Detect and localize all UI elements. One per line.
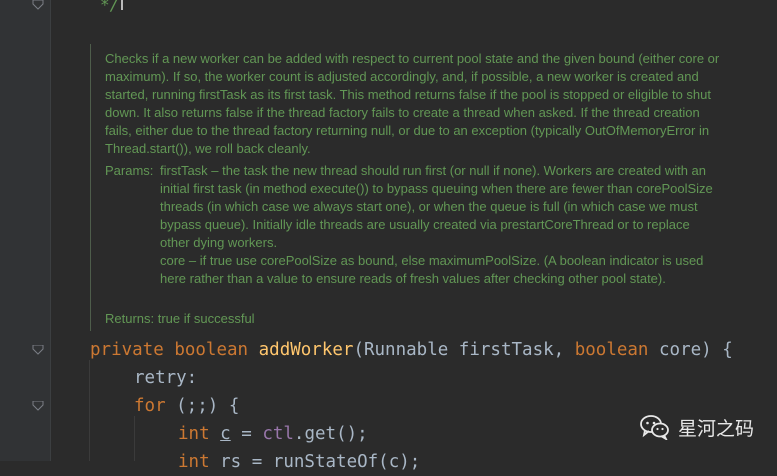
watermark-text: 星河之码 (678, 417, 755, 440)
code-text: core) { (648, 340, 733, 360)
doc-params-label: Params: (105, 163, 154, 178)
code-text: rs = runStateOf(c); (209, 452, 421, 472)
keyword: boolean (174, 340, 249, 360)
doc-param-first-task: firstTask – the task the new thread shou… (160, 163, 713, 250)
doc-params: firstTask – the task the new thread shou… (160, 162, 720, 288)
indent-guide (89, 360, 90, 461)
wechat-icon (640, 414, 670, 442)
code-line-for[interactable]: for (;;) { (134, 392, 239, 420)
code-text: .get(); (293, 424, 368, 444)
code-line-label[interactable]: retry: (134, 364, 197, 392)
doc-description: Checks if a new worker can be added with… (105, 51, 720, 156)
keyword: int (178, 424, 210, 444)
code-line-int-c[interactable]: int c = ctl.get(); (178, 420, 368, 448)
indent-guide (134, 416, 135, 461)
doc-param-core: core – if true use corePoolSize as bound… (160, 253, 704, 286)
variable: c (220, 424, 231, 444)
code-text: (Runnable firstTask, (353, 340, 575, 360)
fold-marker-icon[interactable] (32, 345, 44, 355)
code-text: (;;) { (165, 396, 240, 416)
doc-returns: Returns: true if successful (105, 311, 255, 326)
keyword: int (178, 452, 210, 472)
code-text: = (230, 424, 263, 444)
code-text: retry: (134, 368, 198, 388)
javadoc-render: Checks if a new worker can be added with… (90, 44, 743, 331)
text-caret (121, 0, 123, 10)
field-name: ctl (262, 424, 294, 444)
comment-close: */ (100, 0, 120, 14)
keyword: private (90, 340, 164, 360)
fold-marker-icon[interactable] (32, 401, 44, 411)
code-line-int-rs[interactable]: int rs = runStateOf(c); (178, 448, 420, 476)
editor-gutter (0, 0, 50, 461)
keyword: boolean (574, 340, 649, 360)
keyword: for (134, 396, 166, 416)
method-name: addWorker (258, 340, 354, 360)
code-line-method-signature[interactable]: private boolean addWorker(Runnable first… (90, 336, 733, 364)
fold-marker-icon[interactable] (32, 0, 44, 10)
watermark: 星河之码 (640, 412, 754, 442)
gutter-divider (50, 0, 51, 461)
